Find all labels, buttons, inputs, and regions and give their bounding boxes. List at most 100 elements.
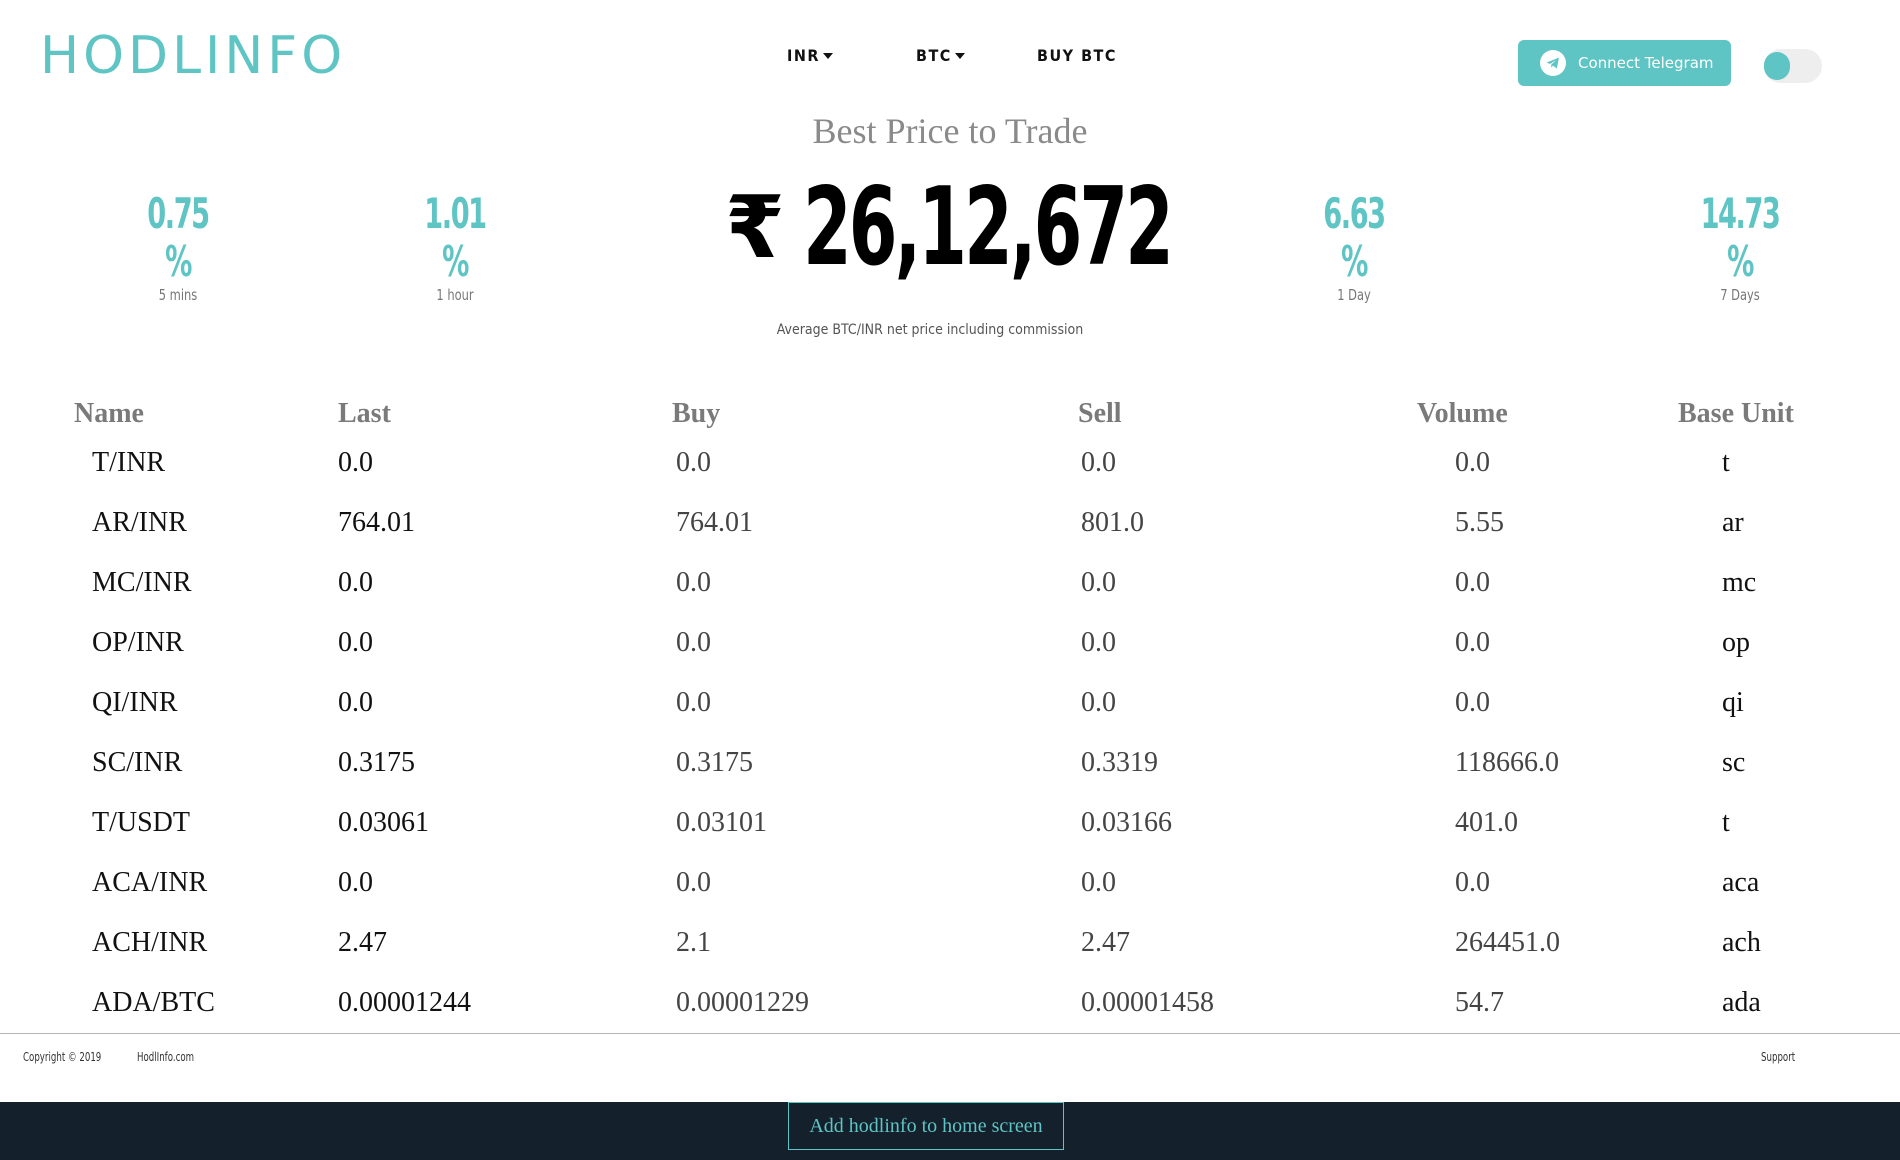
cell-last: 0.0 bbox=[338, 627, 373, 658]
cell-volume: 54.7 bbox=[1455, 987, 1504, 1018]
cell-buy: 0.0 bbox=[676, 627, 711, 658]
column-header-volume: Volume bbox=[1417, 398, 1508, 429]
stat-1-hour: 1.01 % 1 hour bbox=[395, 189, 515, 305]
cell-buy: 0.03101 bbox=[676, 807, 767, 838]
column-header-base-unit: Base Unit bbox=[1678, 398, 1794, 429]
logo[interactable]: HODLINFO bbox=[40, 30, 346, 82]
table-row: ACA/INR 0.0 0.0 0.0 0.0 aca bbox=[0, 867, 1900, 927]
footer-divider bbox=[0, 1033, 1900, 1034]
toggle-knob bbox=[1764, 52, 1790, 80]
stat-value: 6.63 % bbox=[1323, 189, 1386, 286]
cell-name: ADA/BTC bbox=[92, 987, 215, 1018]
table-row: ADA/BTC 0.00001244 0.00001229 0.00001458 54.… bbox=[0, 987, 1900, 1047]
cell-base-unit: ada bbox=[1722, 987, 1761, 1018]
support-link[interactable]: Support bbox=[1761, 1050, 1795, 1064]
cell-sell: 801.0 bbox=[1081, 507, 1144, 538]
currency-dropdown-label: INR bbox=[787, 46, 820, 65]
cell-name: QI/INR bbox=[92, 687, 178, 718]
cell-volume: 5.55 bbox=[1455, 507, 1504, 538]
table-row: MC/INR 0.0 0.0 0.0 0.0 mc bbox=[0, 567, 1900, 627]
cell-buy: 0.0 bbox=[676, 687, 711, 718]
cell-volume: 0.0 bbox=[1455, 567, 1490, 598]
cell-name: SC/INR bbox=[92, 747, 183, 778]
table-row: SC/INR 0.3175 0.3175 0.3319 118666.0 sc bbox=[0, 747, 1900, 807]
table-row: QI/INR 0.0 0.0 0.0 0.0 qi bbox=[0, 687, 1900, 747]
caret-down-icon bbox=[822, 52, 833, 59]
cell-name: ACA/INR bbox=[92, 867, 208, 898]
cell-volume: 0.0 bbox=[1455, 447, 1490, 478]
cell-sell: 2.47 bbox=[1081, 927, 1130, 958]
price-note: Average BTC/INR net price including comm… bbox=[776, 322, 1084, 338]
cell-last: 0.0 bbox=[338, 447, 373, 478]
cell-buy: 0.0 bbox=[676, 447, 711, 478]
cell-buy: 0.0 bbox=[676, 867, 711, 898]
stat-label: 1 hour bbox=[436, 286, 474, 304]
stat-value: 1.01 % bbox=[424, 189, 487, 286]
cell-base-unit: aca bbox=[1722, 867, 1760, 898]
stat-5-mins: 0.75 % 5 mins bbox=[118, 189, 238, 305]
best-price-value: 26,12,672 bbox=[802, 165, 1174, 290]
table-row: T/USDT 0.03061 0.03101 0.03166 401.0 t bbox=[0, 807, 1900, 867]
theme-toggle[interactable] bbox=[1764, 49, 1822, 83]
cell-sell: 0.0 bbox=[1081, 627, 1116, 658]
buy-btc-link[interactable]: BUY BTC bbox=[1037, 46, 1117, 65]
table-row: AR/INR 764.01 764.01 801.0 5.55 ar bbox=[0, 507, 1900, 567]
cell-last: 0.0 bbox=[338, 867, 373, 898]
cell-name: AR/INR bbox=[92, 507, 187, 538]
cell-sell: 0.3319 bbox=[1081, 747, 1158, 778]
cell-name: ACH/INR bbox=[92, 927, 208, 958]
stat-7-days: 14.73 % 7 Days bbox=[1675, 189, 1805, 305]
cell-volume: 401.0 bbox=[1455, 807, 1518, 838]
add-to-home-button[interactable]: Add hodlinfo to home screen bbox=[788, 1102, 1064, 1150]
cell-base-unit: mc bbox=[1722, 567, 1757, 598]
column-header-buy: Buy bbox=[672, 398, 721, 429]
cell-sell: 0.00001458 bbox=[1081, 987, 1214, 1018]
cell-name: T/USDT bbox=[92, 807, 190, 838]
caret-down-icon bbox=[954, 52, 965, 59]
telegram-icon bbox=[1540, 50, 1566, 76]
column-header-last: Last bbox=[338, 398, 391, 429]
stat-value: 14.73 % bbox=[1700, 189, 1781, 286]
site-link[interactable]: HodlInfo.com bbox=[137, 1050, 194, 1064]
cell-base-unit: qi bbox=[1722, 687, 1744, 718]
stat-value: 0.75 % bbox=[147, 189, 210, 286]
coin-dropdown[interactable]: BTC bbox=[916, 46, 965, 65]
copyright: Copyright © 2019 bbox=[23, 1050, 102, 1064]
cell-base-unit: ar bbox=[1722, 507, 1744, 538]
stat-label: 5 mins bbox=[158, 286, 198, 304]
table-row: OP/INR 0.0 0.0 0.0 0.0 op bbox=[0, 627, 1900, 687]
cell-last: 0.03061 bbox=[338, 807, 429, 838]
currency-dropdown[interactable]: INR bbox=[787, 46, 833, 65]
cell-last: 0.3175 bbox=[338, 747, 415, 778]
cell-sell: 0.0 bbox=[1081, 567, 1116, 598]
stat-1-day: 6.63 % 1 Day bbox=[1294, 189, 1414, 305]
table-row: T/INR 0.0 0.0 0.0 0.0 t bbox=[0, 447, 1900, 507]
cell-last: 764.01 bbox=[338, 507, 415, 538]
cell-base-unit: sc bbox=[1722, 747, 1746, 778]
cell-volume: 264451.0 bbox=[1455, 927, 1560, 958]
cell-sell: 0.0 bbox=[1081, 867, 1116, 898]
cell-volume: 0.0 bbox=[1455, 627, 1490, 658]
cell-base-unit: ach bbox=[1722, 927, 1761, 958]
cell-base-unit: t bbox=[1722, 807, 1730, 838]
page-title-text: Best Price to Trade bbox=[812, 111, 1088, 151]
cell-last: 0.0 bbox=[338, 567, 373, 598]
cell-name: OP/INR bbox=[92, 627, 184, 658]
rupee-icon: ₹ bbox=[725, 178, 785, 278]
coin-dropdown-label: BTC bbox=[916, 46, 952, 65]
cell-buy: 0.00001229 bbox=[676, 987, 809, 1018]
stat-label: 1 Day bbox=[1337, 286, 1371, 304]
cell-volume: 118666.0 bbox=[1455, 747, 1559, 778]
cell-last: 0.00001244 bbox=[338, 987, 471, 1018]
cell-sell: 0.0 bbox=[1081, 447, 1116, 478]
column-header-sell: Sell bbox=[1078, 398, 1122, 429]
page-title: Best Price to Trade bbox=[0, 110, 1900, 152]
cell-sell: 0.03166 bbox=[1081, 807, 1172, 838]
cell-volume: 0.0 bbox=[1455, 687, 1490, 718]
stat-label: 7 Days bbox=[1720, 286, 1760, 304]
cell-volume: 0.0 bbox=[1455, 867, 1490, 898]
cell-buy: 0.0 bbox=[676, 567, 711, 598]
connect-telegram-button[interactable]: Connect Telegram bbox=[1518, 40, 1731, 86]
cell-buy: 0.3175 bbox=[676, 747, 753, 778]
cell-sell: 0.0 bbox=[1081, 687, 1116, 718]
